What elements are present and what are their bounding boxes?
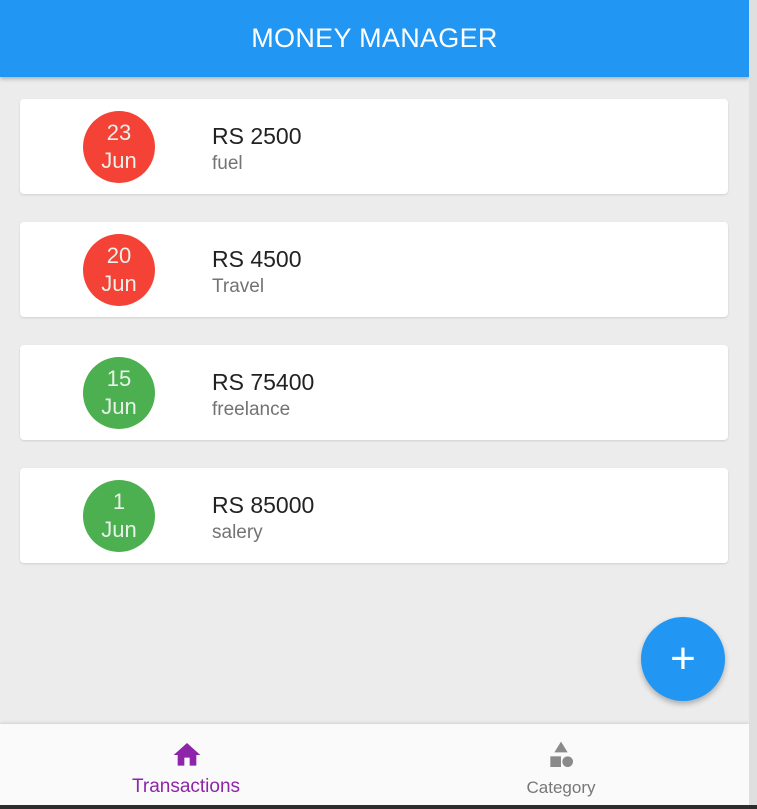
transaction-category: salery xyxy=(212,522,263,543)
date-month: Jun xyxy=(101,517,137,542)
nav-label-category: Category xyxy=(526,778,596,797)
transaction-amount: RS 85000 xyxy=(212,492,315,518)
date-badge: 1 Jun xyxy=(83,480,155,552)
nav-item-transactions[interactable]: Transactions xyxy=(0,724,374,805)
date-badge: 23 Jun xyxy=(83,111,155,183)
date-month: Jun xyxy=(101,394,137,419)
nav-label-transactions: Transactions xyxy=(131,776,241,797)
add-icon: + xyxy=(670,634,696,683)
date-day: 1 xyxy=(112,489,126,514)
nav-item-category[interactable]: Category xyxy=(374,724,748,805)
date-month: Jun xyxy=(101,148,137,173)
transaction-category: fuel xyxy=(212,153,243,174)
app-bar: MONEY MANAGER xyxy=(0,0,749,77)
date-day: 15 xyxy=(106,366,132,391)
date-day: 20 xyxy=(106,243,132,268)
shapes-icon xyxy=(550,741,573,767)
transaction-amount: RS 2500 xyxy=(212,123,302,149)
date-badge: 20 Jun xyxy=(83,234,155,306)
transaction-amount: RS 4500 xyxy=(212,246,302,272)
transaction-card[interactable]: 20 Jun RS 4500 Travel xyxy=(20,222,728,317)
add-transaction-button[interactable]: + xyxy=(641,617,725,701)
transaction-card[interactable]: 23 Jun RS 2500 fuel xyxy=(20,99,728,194)
bottom-navigation: Transactions Category xyxy=(0,724,749,805)
transaction-category: Travel xyxy=(212,276,265,297)
money-manager-app: MONEY MANAGER 23 Jun RS 2500 fuel 20 Jun… xyxy=(0,0,749,805)
transaction-amount: RS 75400 xyxy=(212,369,315,395)
transaction-category: freelance xyxy=(212,399,291,420)
date-day: 23 xyxy=(106,120,132,145)
date-badge: 15 Jun xyxy=(83,357,155,429)
transaction-card[interactable]: 1 Jun RS 85000 salery xyxy=(20,468,728,563)
page-title: MONEY MANAGER xyxy=(251,23,498,53)
date-month: Jun xyxy=(101,271,137,296)
window-edge xyxy=(749,0,757,809)
window-bottom-edge xyxy=(0,805,757,809)
home-icon xyxy=(173,743,201,766)
transaction-card[interactable]: 15 Jun RS 75400 freelance xyxy=(20,345,728,440)
transaction-list: 23 Jun RS 2500 fuel 20 Jun RS 4500 Trave… xyxy=(20,99,728,591)
